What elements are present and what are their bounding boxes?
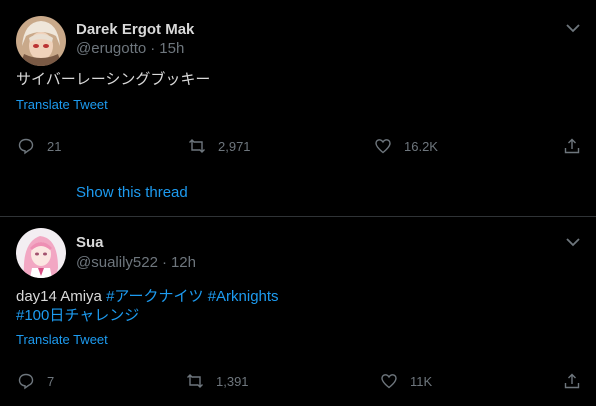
chevron-down-icon[interactable] [564, 233, 582, 251]
timestamp[interactable]: 12h [171, 254, 196, 271]
retweet-count: 2,971 [218, 138, 251, 154]
retweet-icon [187, 374, 203, 388]
like-button[interactable]: 16.2K [374, 135, 438, 157]
retweet-icon [189, 139, 205, 153]
show-thread-link[interactable]: Show this thread [76, 184, 188, 201]
meta-separator: · [150, 40, 156, 57]
handle[interactable]: @sualily522 [76, 254, 158, 271]
display-name[interactable]: Darek Ergot Mak [76, 21, 194, 38]
tweet-text-plain: day14 Amiya [16, 288, 107, 305]
tweet-meta: @erugotto · 15h [76, 40, 184, 57]
reply-count: 21 [47, 138, 62, 154]
tweet-meta: @sualily522 · 12h [76, 254, 196, 271]
heart-icon [375, 139, 391, 154]
reply-icon [18, 138, 34, 155]
avatar[interactable] [16, 228, 66, 278]
reply-count: 7 [47, 373, 55, 389]
tweet[interactable]: Darek Ergot Mak @erugotto · 15h サイバーレーシングブ… [0, 0, 596, 216]
timestamp[interactable]: 15h [159, 40, 184, 57]
share-icon [564, 138, 580, 154]
tweet[interactable]: Sua @sualily522 · 12h day14 Amiya #アークナイツ … [0, 217, 596, 406]
like-count: 11K [410, 373, 433, 389]
chevron-down-icon[interactable] [564, 19, 582, 37]
tweet-actions: 7 1,391 11K [0, 370, 596, 392]
tweet-text: day14 Amiya #アークナイツ #Arknights #100日チャレン… [16, 287, 279, 325]
reply-button[interactable]: 7 [17, 370, 54, 392]
translate-tweet-link[interactable]: Translate Tweet [16, 332, 108, 347]
translate-tweet-link[interactable]: Translate Tweet [16, 97, 108, 112]
meta-separator: · [161, 254, 167, 271]
retweet-button[interactable]: 2,971 [188, 135, 251, 157]
heart-icon [381, 374, 397, 389]
hashtag-link[interactable]: #Arknights [208, 288, 279, 305]
avatar[interactable] [16, 16, 66, 66]
reply-icon [18, 373, 34, 390]
retweet-count: 1,391 [216, 373, 249, 389]
share-icon [564, 373, 580, 389]
display-name[interactable]: Sua [76, 234, 104, 251]
share-button[interactable] [563, 135, 581, 157]
handle[interactable]: @erugotto [76, 40, 146, 57]
retweet-button[interactable]: 1,391 [186, 370, 249, 392]
hashtag-link[interactable]: #アークナイツ [106, 288, 203, 305]
hashtag-link[interactable]: #100日チャレンジ [16, 307, 139, 324]
reply-button[interactable]: 21 [17, 135, 61, 157]
share-button[interactable] [563, 370, 581, 392]
tweet-text: サイバーレーシングブッキー [16, 71, 211, 88]
tweet-actions: 21 2,971 16.2K [0, 135, 596, 157]
like-count: 16.2K [404, 138, 438, 154]
like-button[interactable]: 11K [380, 370, 432, 392]
